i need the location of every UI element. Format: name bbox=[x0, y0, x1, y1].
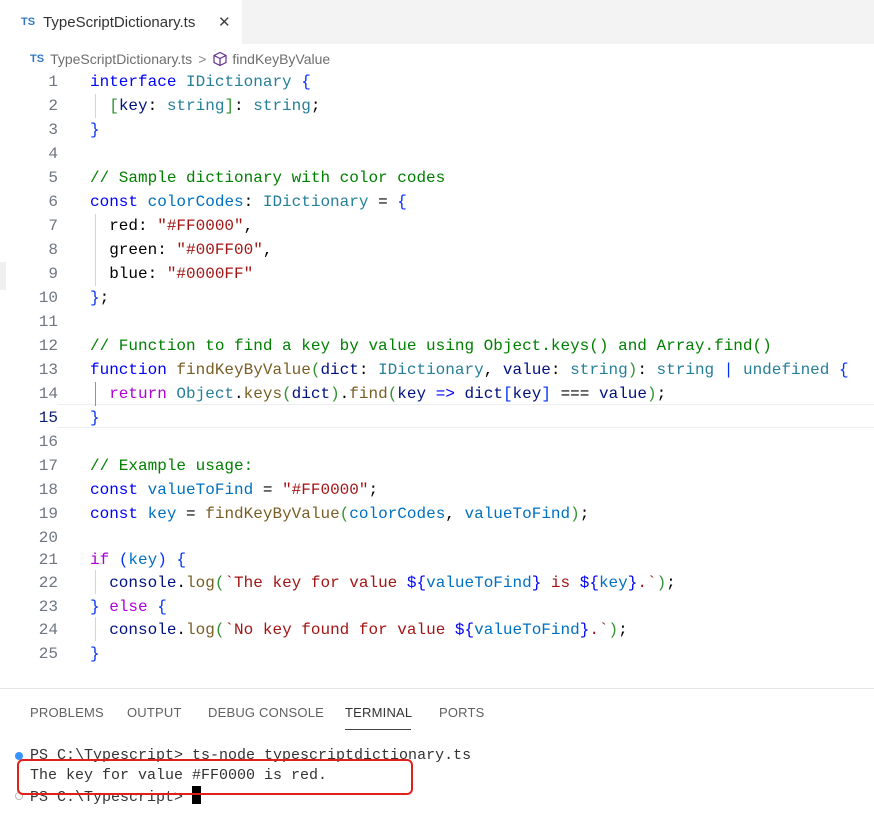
line-number: 24 bbox=[38, 621, 58, 639]
typescript-file-icon: TS bbox=[21, 16, 36, 28]
breadcrumb-symbol[interactable]: findKeyByValue bbox=[232, 51, 330, 67]
typescript-file-icon: TS bbox=[30, 53, 45, 65]
line-number: 1 bbox=[48, 73, 58, 91]
code-line-18: const valueToFind = "#FF0000"; bbox=[90, 481, 379, 499]
code-line-19: const key = findKeyByValue(colorCodes, v… bbox=[90, 505, 590, 523]
line-number: 18 bbox=[38, 481, 58, 499]
code-line-22: console.log(`The key for value ${valueTo… bbox=[109, 574, 676, 592]
tab-debug-console[interactable]: DEBUG CONSOLE bbox=[208, 705, 324, 720]
output-highlight-box bbox=[17, 759, 413, 795]
line-number: 11 bbox=[38, 313, 58, 331]
tab-bar: TS TypeScriptDictionary.ts ✕ bbox=[0, 0, 874, 44]
line-number: 21 bbox=[38, 551, 58, 569]
active-tab-indicator bbox=[345, 729, 411, 730]
close-icon[interactable]: ✕ bbox=[218, 13, 231, 31]
panel-tabs: PROBLEMS OUTPUT DEBUG CONSOLE TERMINAL P… bbox=[0, 689, 874, 735]
line-number: 20 bbox=[38, 529, 58, 547]
line-number: 4 bbox=[48, 145, 58, 163]
line-number: 16 bbox=[38, 433, 58, 451]
code-line-21: if (key) { bbox=[90, 551, 187, 569]
code-line-2: [key: string]: string; bbox=[109, 97, 321, 115]
tab-label: TypeScriptDictionary.ts bbox=[43, 13, 196, 31]
line-number: 2 bbox=[48, 97, 58, 115]
line-number: 19 bbox=[38, 505, 58, 523]
code-line-13: function findKeyByValue(dict: IDictionar… bbox=[90, 361, 849, 379]
code-line-3: } bbox=[90, 121, 100, 139]
line-number: 25 bbox=[38, 645, 58, 663]
line-number: 23 bbox=[38, 598, 58, 616]
line-number: 12 bbox=[38, 337, 58, 355]
tab-ports[interactable]: PORTS bbox=[439, 705, 485, 720]
line-number: 10 bbox=[38, 289, 58, 307]
code-line-8: green: "#00FF00", bbox=[90, 241, 273, 259]
line-number: 17 bbox=[38, 457, 58, 475]
code-line-24: console.log(`No key found for value ${va… bbox=[109, 621, 628, 639]
line-number: 7 bbox=[48, 217, 58, 235]
code-line-10: }; bbox=[90, 289, 110, 307]
line-number: 8 bbox=[48, 241, 58, 259]
code-line-5: // Sample dictionary with color codes bbox=[90, 169, 446, 187]
line-number-active: 15 bbox=[38, 409, 58, 427]
code-line-17: // Example usage: bbox=[90, 457, 254, 475]
code-editor[interactable]: 1 interface IDictionary { 2 [key: string]… bbox=[0, 70, 874, 670]
code-line-6: const colorCodes: IDictionary = { bbox=[90, 193, 407, 211]
line-number: 13 bbox=[38, 361, 58, 379]
code-line-23: } else { bbox=[90, 598, 167, 616]
tab-problems[interactable]: PROBLEMS bbox=[30, 705, 104, 720]
code-line-1: interface IDictionary { bbox=[90, 73, 311, 91]
line-number: 22 bbox=[38, 574, 58, 592]
code-line-14: return Object.keys(dict).find(key => dic… bbox=[109, 385, 667, 403]
tab-terminal[interactable]: TERMINAL bbox=[345, 705, 412, 720]
line-number: 6 bbox=[48, 193, 58, 211]
line-number: 5 bbox=[48, 169, 58, 187]
breadcrumb-file[interactable]: TypeScriptDictionary.ts bbox=[50, 51, 192, 67]
code-line-12: // Function to find a key by value using… bbox=[90, 337, 772, 355]
method-cube-icon bbox=[213, 51, 227, 67]
chevron-right-icon: > bbox=[198, 51, 207, 67]
code-line-7: red: "#FF0000", bbox=[90, 217, 254, 235]
code-line-9: blue: "#0000FF" bbox=[90, 265, 254, 283]
line-number: 3 bbox=[48, 121, 58, 139]
line-number: 14 bbox=[38, 385, 58, 403]
code-line-15: } bbox=[90, 409, 100, 427]
code-line-25: } bbox=[90, 645, 100, 663]
editor-tab-typescriptdictionary[interactable]: TS TypeScriptDictionary.ts ✕ bbox=[0, 0, 242, 44]
tab-output[interactable]: OUTPUT bbox=[127, 705, 182, 720]
line-number: 9 bbox=[48, 265, 58, 283]
